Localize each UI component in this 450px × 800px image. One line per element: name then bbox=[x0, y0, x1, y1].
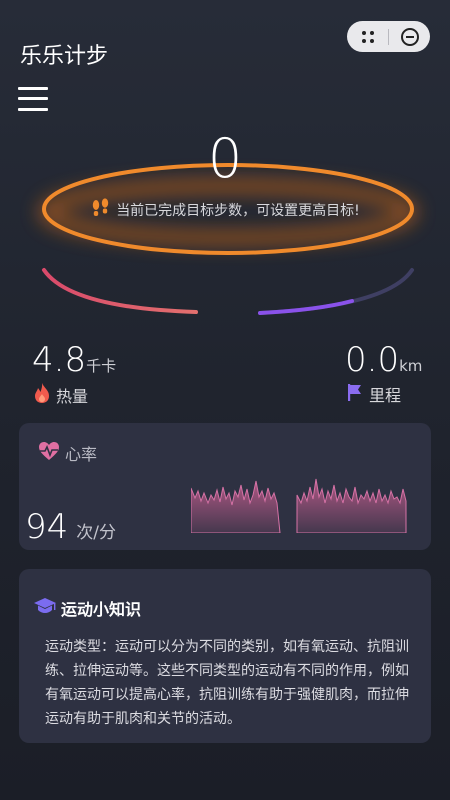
goal-hint: 当前已完成目标步数，可设置更高目标! bbox=[0, 198, 450, 222]
calories-unit: 千卡 bbox=[86, 357, 117, 375]
hamburger-menu-icon[interactable] bbox=[18, 85, 48, 113]
heart-rate-value: 94 bbox=[25, 507, 69, 547]
calories-value: 4.8 bbox=[32, 340, 87, 380]
calories-stat: 4.8千卡 热量 bbox=[32, 340, 116, 408]
heart-rate-title: 心率 bbox=[65, 445, 98, 464]
close-circle-icon[interactable] bbox=[389, 21, 430, 52]
footprint-icon bbox=[90, 198, 112, 222]
goal-hint-text: 当前已完成目标步数，可设置更高目标! bbox=[116, 203, 360, 219]
exercise-tip-card: 运动小知识 运动类型：运动可以分为不同的类别，如有氧运动、抗阻训练、拉伸运动等。… bbox=[19, 569, 431, 743]
tip-body: 运动类型：运动可以分为不同的类别，如有氧运动、抗阻训练、拉伸运动等。这些不同类型… bbox=[45, 639, 409, 727]
distance-unit: km bbox=[399, 357, 423, 375]
distance-stat: 0.0km 里程 bbox=[345, 340, 422, 406]
distance-arc-progress bbox=[258, 299, 354, 315]
more-dots-icon[interactable] bbox=[347, 21, 388, 52]
calorie-arc bbox=[42, 268, 198, 314]
tip-title: 运动小知识 bbox=[61, 600, 142, 619]
flag-icon bbox=[345, 382, 365, 406]
distance-value: 0.0 bbox=[345, 340, 400, 380]
flame-icon bbox=[32, 382, 52, 408]
heart-rate-unit: 次/分 bbox=[76, 523, 116, 543]
heart-rate-waveform bbox=[191, 478, 407, 533]
calories-label: 热量 bbox=[56, 387, 89, 406]
step-count: 0 bbox=[207, 127, 243, 190]
distance-label: 里程 bbox=[369, 386, 402, 405]
app-title: 乐乐计步 bbox=[20, 44, 109, 69]
heart-pulse-icon bbox=[37, 441, 61, 465]
graduation-cap-icon bbox=[33, 596, 57, 620]
heart-rate-card[interactable]: 心率 94 次/分 bbox=[19, 423, 431, 550]
mini-program-capsule bbox=[347, 21, 430, 52]
